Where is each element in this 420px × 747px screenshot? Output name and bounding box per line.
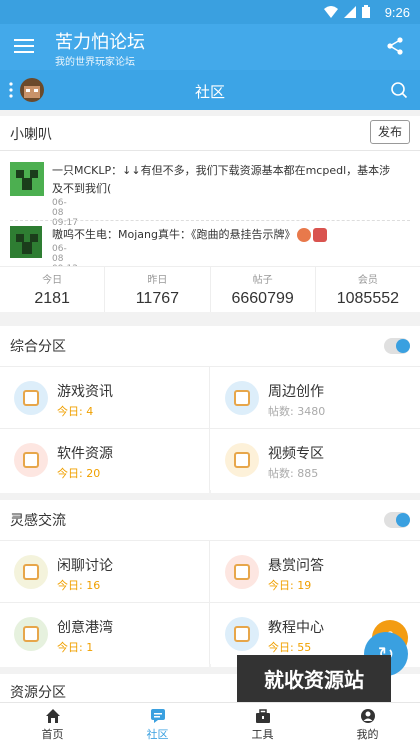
tab-tools[interactable]: 工具 (210, 703, 315, 747)
island-icon (14, 617, 48, 651)
board-count: 今日: 20 (57, 467, 101, 480)
tab-label: 工具 (251, 728, 274, 741)
board-fan-creation[interactable]: 周边创作 帖数: 3480 (211, 367, 420, 431)
zone-general: 综合分区 游戏资讯 今日: 4 周边创作 帖数: 3480 软件资源 今日: 2… (0, 326, 420, 493)
board-name: 创意港湾 (57, 620, 113, 636)
community-title: 社区 (194, 83, 225, 101)
board-software[interactable]: 软件资源 今日: 20 (0, 429, 209, 493)
stat-label: 帖子 (252, 275, 273, 286)
zone-title: 资源分区 (10, 685, 66, 701)
stat-value: 2181 (34, 290, 70, 307)
tab-label: 首页 (41, 728, 64, 741)
board-count: 今日: 1 (57, 641, 94, 654)
status-icons (324, 5, 370, 18)
board-name: 悬赏问答 (268, 558, 324, 574)
board-name: 周边创作 (268, 384, 324, 400)
board-count: 今日: 19 (268, 579, 312, 592)
message-text: 一只MCKLP：↓↓有但不多，我们下载资源基本都在mcpedl，基本涉及不到我们… (52, 164, 391, 195)
board-video[interactable]: 视频专区 帖数: 885 (211, 429, 420, 493)
stat-posts: 帖子 6660799 (211, 267, 316, 312)
community-bar: 社区 (0, 70, 420, 110)
bottom-tab-bar: 首页 社区 工具 我的 (0, 702, 420, 747)
board-chat[interactable]: 闲聊讨论 今日: 16 (0, 541, 209, 605)
zone-title: 综合分区 (10, 339, 66, 355)
tab-community[interactable]: 社区 (105, 703, 210, 747)
tab-label: 我的 (356, 728, 379, 741)
stat-value: 1085552 (336, 290, 400, 307)
board-creative[interactable]: 创意港湾 今日: 1 (0, 603, 209, 667)
app-title: 苦力怕论坛 (55, 32, 145, 53)
share-icon[interactable] (386, 37, 404, 55)
stat-members: 会员 1085552 (316, 267, 420, 312)
board-name: 闲聊讨论 (57, 558, 113, 574)
zone-inspiration: 灵感交流 闲聊讨论 今日: 16 悬赏问答 今日: 19 创意港湾 今日: 1 … (0, 500, 420, 667)
forum-stats: 今日 2181 昨日 11767 帖子 6660799 会员 1085552 (0, 266, 420, 312)
pencil-icon (225, 381, 259, 415)
dashed-divider (10, 220, 410, 221)
board-name: 教程中心 (268, 620, 324, 636)
creeper-avatar (10, 226, 42, 258)
board-count: 今日: 4 (57, 405, 94, 418)
creeper-avatar (10, 162, 44, 196)
app-bar: 苦力怕论坛 我的世界玩家论坛 (0, 24, 420, 70)
stat-value: 6660799 (231, 290, 294, 307)
board-name: 游戏资讯 (57, 384, 113, 400)
stat-label: 昨日 (147, 275, 168, 286)
battery-icon (362, 5, 370, 18)
message-text-content: 嗷呜不生电：Mojang真牛：《跑曲的悬挂告示牌》 (52, 228, 296, 241)
signal-icon (344, 5, 356, 18)
chat-icon (14, 555, 48, 589)
publish-button[interactable]: 发布 (370, 120, 410, 144)
board-name: 视频专区 (268, 446, 324, 462)
menu-icon[interactable] (14, 38, 34, 54)
status-time: 9:26 (384, 5, 410, 20)
book-icon (225, 617, 259, 651)
coin-icon (225, 555, 259, 589)
toolbox-icon (255, 709, 270, 723)
board-name: 软件资源 (57, 446, 113, 462)
broken-heart-icon (313, 228, 328, 242)
message-time: 06-08 09:17 (52, 198, 78, 228)
watermark: 就收资源站 (237, 655, 391, 705)
stat-label: 会员 (357, 275, 378, 286)
news-icon (14, 381, 48, 415)
zone-toggle[interactable] (384, 512, 410, 528)
stat-yesterday: 昨日 11767 (105, 267, 211, 312)
tab-mine[interactable]: 我的 (315, 703, 420, 747)
board-game-news[interactable]: 游戏资讯 今日: 4 (0, 367, 209, 431)
stat-today: 今日 2181 (0, 267, 106, 312)
user-icon (360, 709, 375, 723)
camera-icon (225, 443, 259, 477)
tab-label: 社区 (146, 728, 169, 741)
stat-value: 11767 (135, 290, 180, 307)
board-count: 帖数: 885 (268, 467, 319, 480)
grid-icon (14, 443, 48, 477)
divider (0, 150, 420, 151)
emoji-icon (297, 228, 312, 242)
status-bar: 9:26 (0, 0, 420, 24)
board-bounty[interactable]: 悬赏问答 今日: 19 (211, 541, 420, 605)
zone-toggle[interactable] (384, 338, 410, 354)
search-icon[interactable] (390, 81, 408, 99)
zone-title: 灵感交流 (10, 513, 66, 529)
stat-label: 今日 (42, 275, 63, 286)
tab-home[interactable]: 首页 (0, 703, 105, 747)
board-count: 帖数: 3480 (268, 405, 326, 418)
message-text: 嗷呜不生电：Mojang真牛：《跑曲的悬挂告示牌》 (52, 226, 392, 244)
community-icon (150, 709, 165, 723)
board-count: 今日: 16 (57, 579, 101, 592)
app-subtitle: 我的世界玩家论坛 (55, 57, 135, 68)
wifi-icon (324, 5, 338, 18)
broadcast-title: 小喇叭 (10, 127, 52, 143)
board-count: 今日: 55 (268, 641, 312, 654)
home-icon (45, 709, 60, 723)
